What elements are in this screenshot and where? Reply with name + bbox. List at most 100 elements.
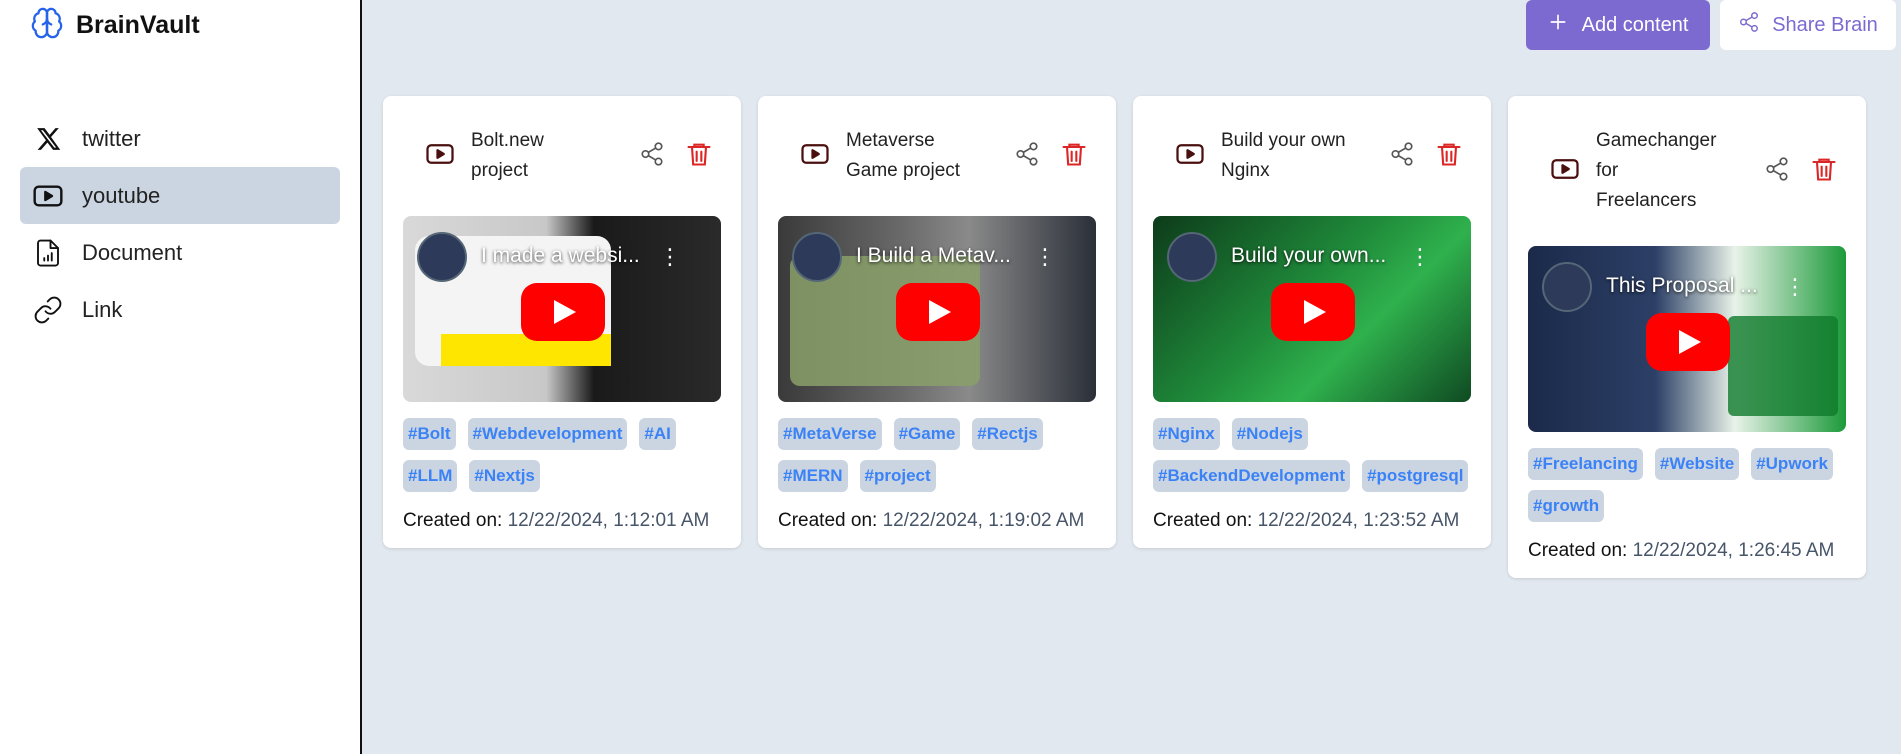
brand-title: BrainVault <box>76 11 200 39</box>
tag: #Game <box>893 418 961 450</box>
delete-icon[interactable] <box>1060 140 1088 173</box>
content-card: Gamechanger for Freelancers This Proposa… <box>1508 96 1866 578</box>
share-brain-button[interactable]: Share Brain <box>1720 0 1896 50</box>
video-embed[interactable]: This Proposal ... ⋮ <box>1528 246 1846 432</box>
share-icon[interactable] <box>1389 141 1415 172</box>
avatar <box>792 232 842 282</box>
sidebar-nav: twitter youtube Document Link <box>20 110 340 338</box>
more-icon[interactable]: ⋮ <box>1784 274 1806 300</box>
created-date: 12/22/2024, 1:19:02 AM <box>882 510 1085 531</box>
tag: #MERN <box>778 460 848 492</box>
tag: #Nextjs <box>469 460 540 492</box>
tag: #Upwork <box>1751 448 1833 480</box>
video-embed[interactable]: I Build a Metav... ⋮ <box>778 216 1096 402</box>
video-embed[interactable]: Build your own... ⋮ <box>1153 216 1471 402</box>
tag: #Bolt <box>403 418 456 450</box>
youtube-icon <box>1550 154 1580 189</box>
more-icon[interactable]: ⋮ <box>659 244 681 270</box>
tag: #Webdevelopment <box>467 418 628 450</box>
tag: #Freelancing <box>1528 448 1643 480</box>
play-icon[interactable] <box>896 283 980 341</box>
delete-icon[interactable] <box>1810 155 1838 188</box>
brain-icon <box>30 6 64 45</box>
card-header: Bolt.new project <box>403 96 721 216</box>
card-title: Build your own Nginx <box>1221 130 1346 181</box>
created-date: 12/22/2024, 1:26:45 AM <box>1632 540 1835 561</box>
plus-icon <box>1548 12 1568 38</box>
sidebar-item-link[interactable]: Link <box>20 281 340 338</box>
share-icon <box>1738 11 1760 39</box>
add-content-button[interactable]: Add content <box>1526 0 1710 50</box>
share-icon[interactable] <box>1764 156 1790 187</box>
tag: #Website <box>1654 448 1740 480</box>
video-title: This Proposal ... <box>1606 274 1758 297</box>
created-date: 12/22/2024, 1:12:01 AM <box>507 510 710 531</box>
tag-list: #Bolt #Webdevelopment #AI #LLM #Nextjs <box>403 418 721 492</box>
sidebar-item-youtube[interactable]: youtube <box>20 167 340 224</box>
brand[interactable]: BrainVault <box>30 6 200 45</box>
content-card: Metaverse Game project I Build a Metav..… <box>758 96 1116 548</box>
card-title: Gamechanger for Freelancers <box>1596 130 1717 211</box>
thumbnail-panel <box>1728 316 1838 416</box>
x-icon <box>32 123 64 155</box>
youtube-icon <box>425 139 455 174</box>
sidebar-item-label: Link <box>82 296 123 322</box>
created-on: Created on: 12/22/2024, 1:12:01 AM <box>403 506 721 548</box>
tag-list: #Nginx #Nodejs #BackendDevelopment #post… <box>1153 418 1471 492</box>
tag: #BackendDevelopment <box>1153 460 1351 492</box>
card-header: Build your own Nginx <box>1153 96 1471 216</box>
video-title: I made a websi... <box>481 244 640 267</box>
sidebar-item-twitter[interactable]: twitter <box>20 110 340 167</box>
created-label: Created on: <box>778 510 878 531</box>
tag: #Rectjs <box>972 418 1043 450</box>
video-embed[interactable]: I made a websi... ⋮ <box>403 216 721 402</box>
video-title: Build your own... <box>1231 244 1387 267</box>
play-icon[interactable] <box>1271 283 1355 341</box>
created-on: Created on: 12/22/2024, 1:19:02 AM <box>778 506 1096 548</box>
youtube-icon <box>1175 139 1205 174</box>
card-header: Gamechanger for Freelancers <box>1528 96 1846 246</box>
tag: #AI <box>639 418 676 450</box>
youtube-icon <box>800 139 830 174</box>
link-icon <box>32 294 64 326</box>
sidebar-item-label: twitter <box>82 125 141 151</box>
tag: #MetaVerse <box>778 418 882 450</box>
avatar <box>417 232 467 282</box>
tag-list: #MetaVerse #Game #Rectjs #MERN #project <box>778 418 1096 492</box>
video-title: I Build a Metav... <box>856 244 1011 267</box>
share-icon[interactable] <box>639 141 665 172</box>
created-label: Created on: <box>1153 510 1253 531</box>
delete-icon[interactable] <box>1435 140 1463 173</box>
avatar <box>1542 262 1592 312</box>
created-label: Created on: <box>1528 540 1628 561</box>
tag: #postgresql <box>1362 460 1469 492</box>
card-title: Bolt.new project <box>471 130 544 181</box>
tag-list: #Freelancing #Website #Upwork #growth <box>1528 448 1846 522</box>
sidebar: BrainVault twitter youtube Document Link <box>0 0 362 754</box>
share-brain-label: Share Brain <box>1772 13 1878 36</box>
play-icon[interactable] <box>1646 313 1730 371</box>
tag: #Nginx <box>1153 418 1220 450</box>
tag: #growth <box>1528 490 1605 522</box>
created-on: Created on: 12/22/2024, 1:26:45 AM <box>1528 536 1846 578</box>
tag: #LLM <box>403 460 458 492</box>
tag: #Nodejs <box>1231 418 1308 450</box>
created-on: Created on: 12/22/2024, 1:23:52 AM <box>1153 506 1471 548</box>
created-label: Created on: <box>403 510 503 531</box>
sidebar-item-document[interactable]: Document <box>20 224 340 281</box>
more-icon[interactable]: ⋮ <box>1034 244 1056 270</box>
play-icon[interactable] <box>521 283 605 341</box>
card-header: Metaverse Game project <box>778 96 1096 216</box>
document-icon <box>32 237 64 269</box>
youtube-icon <box>32 180 64 212</box>
delete-icon[interactable] <box>685 140 713 173</box>
sidebar-item-label: Document <box>82 239 183 265</box>
card-title: Metaverse Game project <box>846 130 961 181</box>
sidebar-item-label: youtube <box>82 182 161 208</box>
avatar <box>1167 232 1217 282</box>
tag: #project <box>859 460 936 492</box>
created-date: 12/22/2024, 1:23:52 AM <box>1257 510 1460 531</box>
add-content-label: Add content <box>1581 13 1689 36</box>
more-icon[interactable]: ⋮ <box>1409 244 1431 270</box>
share-icon[interactable] <box>1014 141 1040 172</box>
